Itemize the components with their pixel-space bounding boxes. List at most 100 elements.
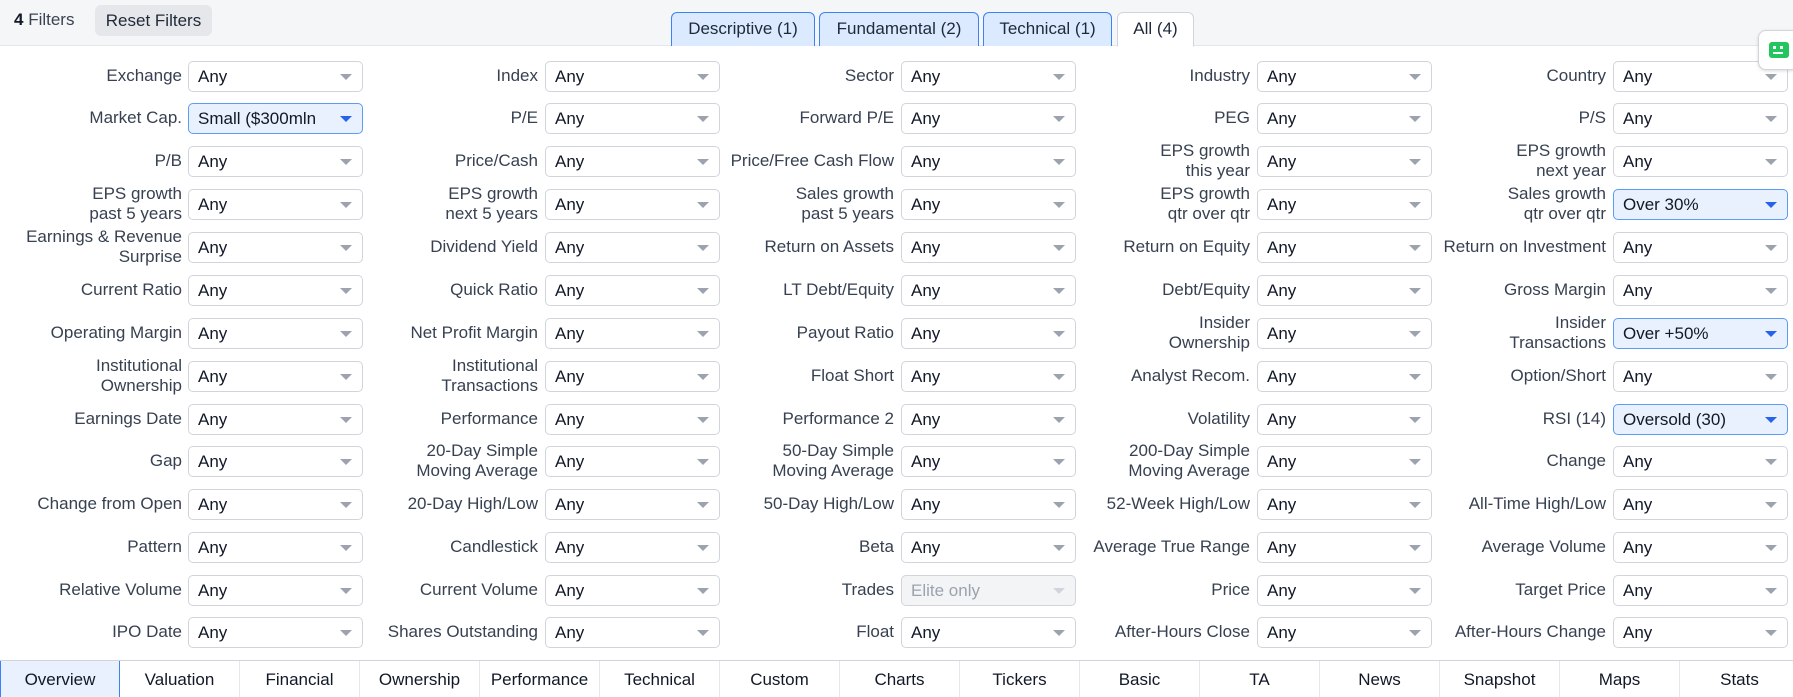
view-tab-news[interactable]: News	[1320, 661, 1440, 697]
filter-select-operating-margin[interactable]: Any	[188, 318, 363, 349]
reset-filters-button[interactable]: Reset Filters	[95, 5, 212, 36]
filter-select-eps-growth-next-year[interactable]: Any	[1613, 146, 1788, 177]
filter-select-dividend-yield[interactable]: Any	[545, 232, 720, 263]
filter-select-p-s[interactable]: Any	[1613, 103, 1788, 134]
view-tab-charts[interactable]: Charts	[840, 661, 960, 697]
view-tab-ownership[interactable]: Ownership	[360, 661, 480, 697]
filter-select-eps-growth-next-5-years[interactable]: Any	[545, 189, 720, 220]
filter-select-earnings-revenue-surprise[interactable]: Any	[188, 232, 363, 263]
filter-select-eps-growth-qtr-over-qtr[interactable]: Any	[1257, 189, 1432, 220]
view-tab-performance[interactable]: Performance	[480, 661, 600, 697]
filter-value: Any	[1623, 281, 1653, 300]
filter-select-average-true-range[interactable]: Any	[1257, 532, 1432, 563]
filter-select-beta[interactable]: Any	[901, 532, 1076, 563]
filter-select-return-on-investment[interactable]: Any	[1613, 232, 1788, 263]
filter-label-average-volume: Average Volume	[1481, 537, 1606, 556]
filter-select-insider-transactions[interactable]: Over +50%	[1613, 318, 1788, 349]
filter-select-institutional-transactions[interactable]: Any	[545, 361, 720, 392]
assistant-button[interactable]	[1758, 30, 1793, 70]
filters-count: 4 Filters	[14, 10, 75, 29]
chevron-down-icon	[340, 74, 352, 80]
filter-value: Any	[198, 195, 228, 214]
filter-select-performance[interactable]: Any	[545, 404, 720, 435]
filter-select-exchange[interactable]: Any	[188, 61, 363, 92]
view-tab-stats[interactable]: Stats	[1680, 661, 1793, 697]
filter-select-forward-p-e[interactable]: Any	[901, 103, 1076, 134]
filter-select-peg[interactable]: Any	[1257, 103, 1432, 134]
filter-select-volatility[interactable]: Any	[1257, 404, 1432, 435]
filter-select-sector[interactable]: Any	[901, 61, 1076, 92]
filter-select-pattern[interactable]: Any	[188, 532, 363, 563]
filter-select-shares-outstanding[interactable]: Any	[545, 617, 720, 648]
filter-select-return-on-assets[interactable]: Any	[901, 232, 1076, 263]
tab-all-4[interactable]: All (4)	[1117, 12, 1194, 47]
filter-select-all-time-high-low[interactable]: Any	[1613, 489, 1788, 520]
view-tab-ta[interactable]: TA	[1200, 661, 1320, 697]
filter-select-float-short[interactable]: Any	[901, 361, 1076, 392]
filter-select-net-profit-margin[interactable]: Any	[545, 318, 720, 349]
filter-select-institutional-ownership[interactable]: Any	[188, 361, 363, 392]
filter-select-relative-volume[interactable]: Any	[188, 575, 363, 606]
view-tab-financial[interactable]: Financial	[240, 661, 360, 697]
view-tab-maps[interactable]: Maps	[1560, 661, 1680, 697]
filter-select-gap[interactable]: Any	[188, 446, 363, 477]
filter-select-index[interactable]: Any	[545, 61, 720, 92]
filter-label-float: Float	[856, 622, 894, 641]
filter-select-payout-ratio[interactable]: Any	[901, 318, 1076, 349]
filter-select-p-e[interactable]: Any	[545, 103, 720, 134]
view-tab-valuation[interactable]: Valuation	[120, 661, 240, 697]
filter-select-performance-2[interactable]: Any	[901, 404, 1076, 435]
filter-select-earnings-date[interactable]: Any	[188, 404, 363, 435]
tab-technical-1[interactable]: Technical (1)	[983, 12, 1112, 46]
filter-select-average-volume[interactable]: Any	[1613, 532, 1788, 563]
filter-select-200-day-simple-moving-average[interactable]: Any	[1257, 446, 1432, 477]
filter-select-after-hours-change[interactable]: Any	[1613, 617, 1788, 648]
tab-descriptive-1[interactable]: Descriptive (1)	[671, 12, 815, 46]
filter-select-price-cash[interactable]: Any	[545, 146, 720, 177]
filter-select-52-week-high-low[interactable]: Any	[1257, 489, 1432, 520]
filter-select-candlestick[interactable]: Any	[545, 532, 720, 563]
filter-select-market-cap[interactable]: Small ($300mln	[188, 103, 363, 134]
tab-fundamental-2[interactable]: Fundamental (2)	[819, 12, 979, 46]
filter-select-50-day-simple-moving-average[interactable]: Any	[901, 446, 1076, 477]
view-tab-snapshot[interactable]: Snapshot	[1440, 661, 1560, 697]
filter-select-current-volume[interactable]: Any	[545, 575, 720, 606]
filter-select-after-hours-close[interactable]: Any	[1257, 617, 1432, 648]
chevron-down-icon	[1765, 545, 1777, 551]
filter-select-industry[interactable]: Any	[1257, 61, 1432, 92]
view-tab-custom[interactable]: Custom	[720, 661, 840, 697]
view-tab-overview[interactable]: Overview	[0, 661, 120, 697]
filter-select-target-price[interactable]: Any	[1613, 575, 1788, 606]
filter-select-insider-ownership[interactable]: Any	[1257, 318, 1432, 349]
view-tab-technical[interactable]: Technical	[600, 661, 720, 697]
filter-select-20-day-high-low[interactable]: Any	[545, 489, 720, 520]
filter-value: Any	[555, 109, 585, 128]
filter-select-rsi-14[interactable]: Oversold (30)	[1613, 404, 1788, 435]
filter-select-eps-growth-this-year[interactable]: Any	[1257, 146, 1432, 177]
filter-select-float[interactable]: Any	[901, 617, 1076, 648]
filter-select-20-day-simple-moving-average[interactable]: Any	[545, 446, 720, 477]
filter-select-sales-growth-qtr-over-qtr[interactable]: Over 30%	[1613, 189, 1788, 220]
filter-select-quick-ratio[interactable]: Any	[545, 275, 720, 306]
filter-select-sales-growth-past-5-years[interactable]: Any	[901, 189, 1076, 220]
filter-value: Any	[1267, 67, 1297, 86]
filter-select-change[interactable]: Any	[1613, 446, 1788, 477]
filter-select-lt-debt-equity[interactable]: Any	[901, 275, 1076, 306]
view-tab-tickers[interactable]: Tickers	[960, 661, 1080, 697]
filter-select-change-from-open[interactable]: Any	[188, 489, 363, 520]
filter-select-option-short[interactable]: Any	[1613, 361, 1788, 392]
filter-select-debt-equity[interactable]: Any	[1257, 275, 1432, 306]
filter-select-50-day-high-low[interactable]: Any	[901, 489, 1076, 520]
filter-select-price-free-cash-flow[interactable]: Any	[901, 146, 1076, 177]
filter-select-ipo-date[interactable]: Any	[188, 617, 363, 648]
filter-select-eps-growth-past-5-years[interactable]: Any	[188, 189, 363, 220]
filter-select-analyst-recom[interactable]: Any	[1257, 361, 1432, 392]
filter-select-current-ratio[interactable]: Any	[188, 275, 363, 306]
filter-select-return-on-equity[interactable]: Any	[1257, 232, 1432, 263]
filter-select-price[interactable]: Any	[1257, 575, 1432, 606]
chevron-down-icon	[1409, 116, 1421, 122]
filter-select-gross-margin[interactable]: Any	[1613, 275, 1788, 306]
chevron-down-icon	[340, 374, 352, 380]
filter-select-p-b[interactable]: Any	[188, 146, 363, 177]
view-tab-basic[interactable]: Basic	[1080, 661, 1200, 697]
